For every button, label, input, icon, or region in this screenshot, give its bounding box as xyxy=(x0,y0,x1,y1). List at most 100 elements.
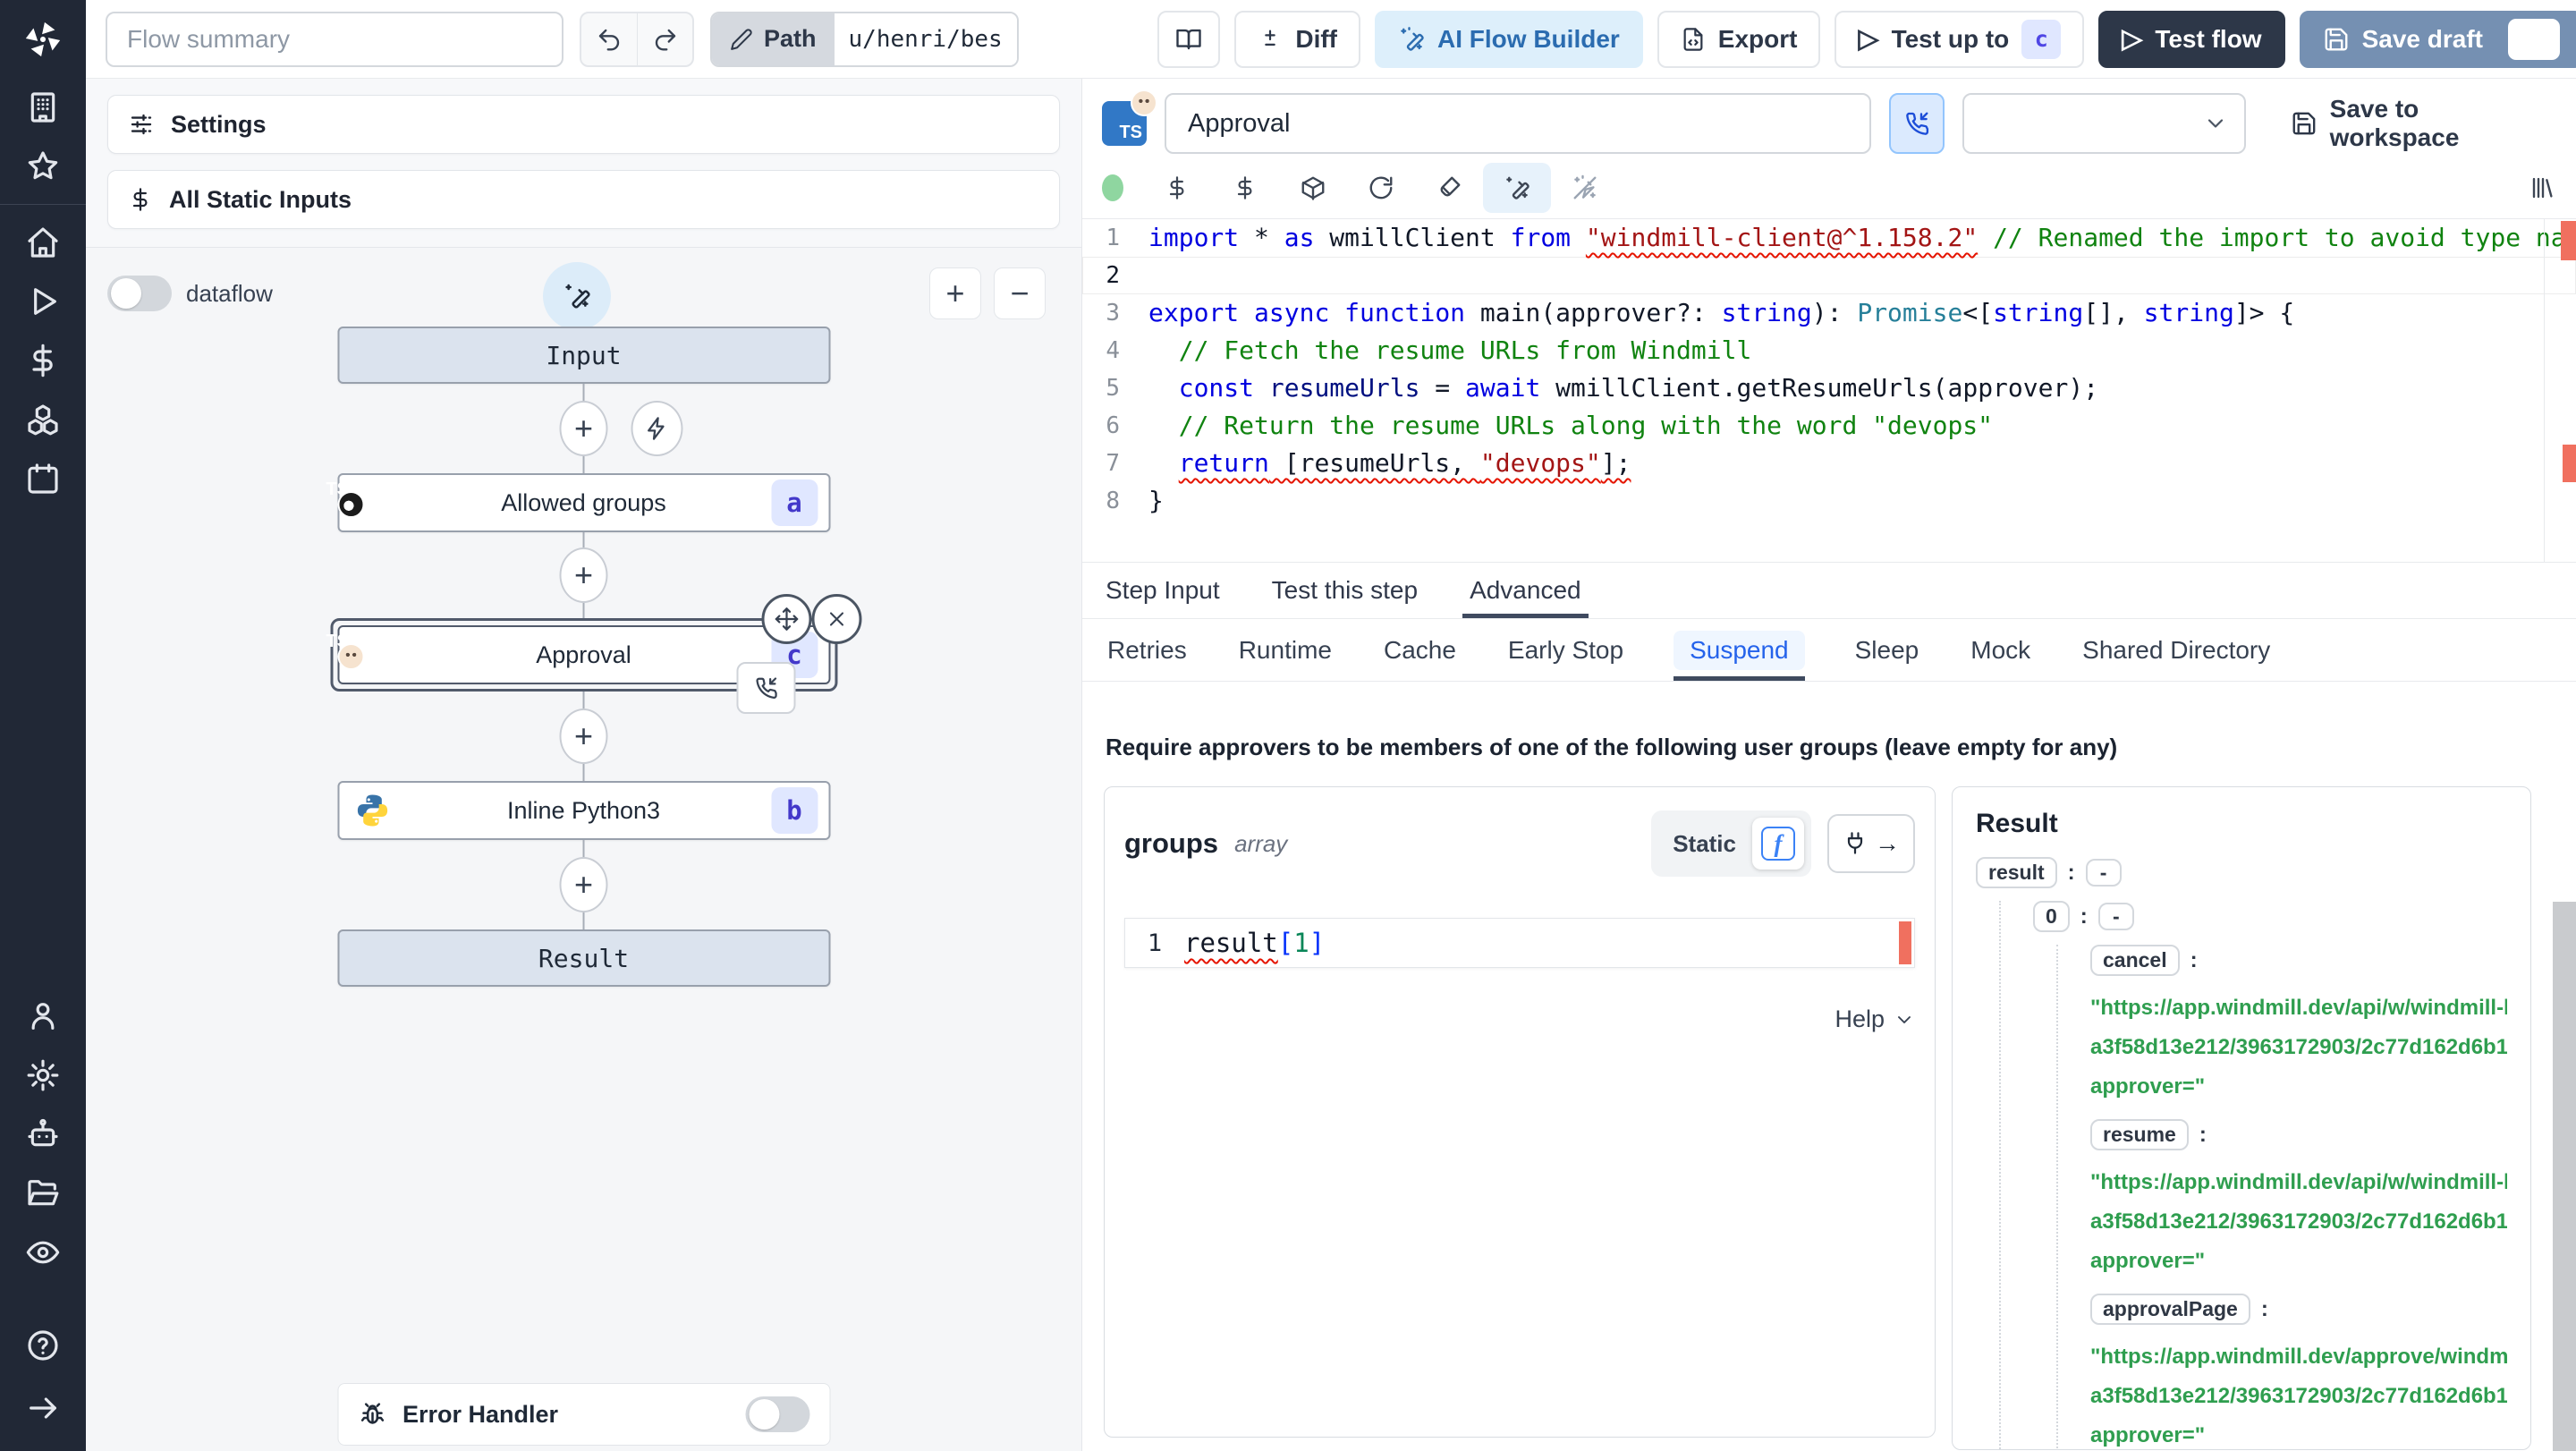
phone-incoming-icon xyxy=(1905,112,1928,135)
add-step-button[interactable]: + xyxy=(559,401,608,456)
code-line: 8} xyxy=(1106,486,1164,515)
subtab-sleep[interactable]: Sleep xyxy=(1853,619,1921,681)
subtab-suspend[interactable]: Suspend xyxy=(1674,619,1805,681)
subtab-early-stop[interactable]: Early Stop xyxy=(1506,619,1625,681)
subtab-cache[interactable]: Cache xyxy=(1382,619,1458,681)
result-string-line: "https://app.windmill.dev/api/w/windmill… xyxy=(2090,996,2507,1020)
variables-dollar-button[interactable] xyxy=(1143,163,1211,213)
ai-flow-builder-button[interactable]: AI Flow Builder xyxy=(1375,10,1643,68)
code-line: 1 import * as wmillClient from "windmill-… xyxy=(1106,223,2566,252)
result-string-line: a3f58d13e212/3963172903/2c77d162d6b17395… xyxy=(2090,1209,2507,1234)
tab-test-this-step[interactable]: Test this step xyxy=(1272,563,1418,618)
workers-robot-icon[interactable] xyxy=(23,1115,63,1154)
resources-dollar-button[interactable] xyxy=(1211,163,1279,213)
home-icon[interactable] xyxy=(23,223,63,262)
add-step-button[interactable]: + xyxy=(559,709,608,764)
test-up-to-button[interactable]: ▷ Test up to c xyxy=(1835,10,2085,68)
subtab-shared-directory[interactable]: Shared Directory xyxy=(2080,619,2272,681)
format-paintbrush-button[interactable] xyxy=(1415,163,1483,213)
graph-node-approval-selected[interactable]: TS Approval c xyxy=(326,594,861,714)
save-draft-button[interactable]: Save draft xyxy=(2299,10,2576,68)
graph-node-inline-python3[interactable]: Inline Python3 b xyxy=(337,781,830,840)
runs-play-icon[interactable] xyxy=(23,282,63,321)
trigger-bolt-button[interactable] xyxy=(631,401,683,456)
subtab-mock[interactable]: Mock xyxy=(1969,619,2032,681)
move-node-button[interactable] xyxy=(761,594,811,644)
collapse-arrow-icon[interactable] xyxy=(23,1388,63,1428)
graph-input-node[interactable]: Input xyxy=(337,327,830,384)
add-step-button[interactable]: + xyxy=(559,857,608,912)
help-button[interactable]: Help xyxy=(1124,1006,1915,1033)
result-key-badge[interactable]: cancel xyxy=(2090,945,2180,976)
error-handler-label: Error Handler xyxy=(402,1400,559,1428)
suspend-phone-incoming-button[interactable] xyxy=(1888,93,1945,154)
result-key-badge[interactable]: - xyxy=(2085,859,2122,887)
graph-result-node[interactable]: Result xyxy=(337,929,830,987)
diff-button[interactable]: Diff xyxy=(1234,10,1361,68)
settings-gear-icon[interactable] xyxy=(23,1056,63,1095)
result-card: Result result: - 0: - cancel: "https://app.wi… xyxy=(1952,786,2531,1450)
zoom-in-button[interactable]: + xyxy=(929,267,981,319)
subtab-retries[interactable]: Retries xyxy=(1106,619,1189,681)
path-value[interactable]: u/henri/bes xyxy=(834,13,1017,65)
path-edit-button[interactable]: Path xyxy=(712,13,835,65)
typescript-badge: TS xyxy=(1102,89,1157,146)
all-static-inputs-button[interactable]: All Static Inputs xyxy=(107,170,1060,229)
schedules-calendar-icon[interactable] xyxy=(23,459,63,498)
error-handler-card[interactable]: Error Handler xyxy=(337,1383,830,1446)
subtab-runtime[interactable]: Runtime xyxy=(1237,619,1334,681)
ai-wand-button[interactable] xyxy=(1483,163,1551,213)
script-version-select[interactable] xyxy=(1962,93,2246,154)
result-key-badge[interactable]: - xyxy=(2097,903,2134,930)
resources-cubes-icon[interactable] xyxy=(23,400,63,439)
undo-button[interactable] xyxy=(581,13,637,65)
dataflow-toggle[interactable] xyxy=(107,276,172,311)
folders-icon[interactable] xyxy=(23,1174,63,1213)
result-key-badge[interactable]: approvalPage xyxy=(2090,1294,2250,1325)
tab-advanced[interactable]: Advanced xyxy=(1462,563,1589,618)
flow-settings-button[interactable]: Settings xyxy=(107,95,1060,154)
groups-expression-editor[interactable]: 1 result[1] xyxy=(1124,918,1915,968)
advanced-subtabs: Retries Runtime Cache Early Stop Suspend Slee… xyxy=(1082,619,2576,682)
panel-vertical-scrollbar[interactable] xyxy=(2553,902,2576,1451)
result-string-line: "https://app.windmill.dev/approve/windmi… xyxy=(2090,1345,2507,1369)
code-editor[interactable]: 1 import * as wmillClient from "windmill-… xyxy=(1082,218,2576,562)
result-key-badge[interactable]: result xyxy=(1976,857,2057,888)
step-id-badge: b xyxy=(771,787,818,834)
ai-assistant-wand-button[interactable] xyxy=(542,262,611,330)
flow-graph[interactable]: dataflow + − Input + TS Allowed groups a… xyxy=(86,247,1081,1451)
package-button[interactable] xyxy=(1279,163,1347,213)
avatar xyxy=(337,491,364,518)
library-icon[interactable] xyxy=(2529,174,2556,201)
connector: + xyxy=(559,692,608,781)
path-label: Path xyxy=(764,25,817,52)
tab-step-input[interactable]: Step Input xyxy=(1106,563,1220,618)
ai-wand-off-button[interactable] xyxy=(1551,163,1619,213)
connect-input-button[interactable]: → xyxy=(1827,814,1915,873)
static-expr-toggle[interactable]: Static f xyxy=(1651,810,1811,877)
workspace-building-icon[interactable] xyxy=(23,88,63,127)
step-editor-panel: TS Save to workspace 1import * as wmillC… xyxy=(1082,79,2576,1451)
audit-eye-icon[interactable] xyxy=(23,1233,63,1272)
flow-summary-input[interactable] xyxy=(106,11,564,67)
reload-button[interactable] xyxy=(1347,163,1415,213)
result-key-badge[interactable]: resume xyxy=(2090,1119,2189,1150)
error-handler-toggle[interactable] xyxy=(745,1396,809,1432)
dataflow-label: dataflow xyxy=(186,279,273,307)
windmill-logo-icon[interactable] xyxy=(0,0,86,79)
redo-button[interactable] xyxy=(637,13,692,65)
account-user-icon[interactable] xyxy=(23,997,63,1036)
export-button[interactable]: Export xyxy=(1657,10,1821,68)
graph-node-allowed-groups[interactable]: TS Allowed groups a xyxy=(326,473,830,532)
variables-dollar-icon[interactable] xyxy=(23,341,63,380)
result-key-badge[interactable]: 0 xyxy=(2033,901,2070,932)
favorites-star-icon[interactable] xyxy=(23,147,63,186)
delete-node-button[interactable] xyxy=(811,594,861,644)
test-flow-button[interactable]: ▷ Test flow xyxy=(2098,10,2285,68)
step-title-input[interactable] xyxy=(1165,93,1871,154)
help-icon[interactable] xyxy=(23,1326,63,1365)
docs-book-button[interactable] xyxy=(1157,10,1221,68)
save-to-workspace-button[interactable]: Save to workspace xyxy=(2291,95,2555,152)
zoom-out-button[interactable]: − xyxy=(994,267,1046,319)
add-step-button[interactable]: + xyxy=(559,547,608,603)
